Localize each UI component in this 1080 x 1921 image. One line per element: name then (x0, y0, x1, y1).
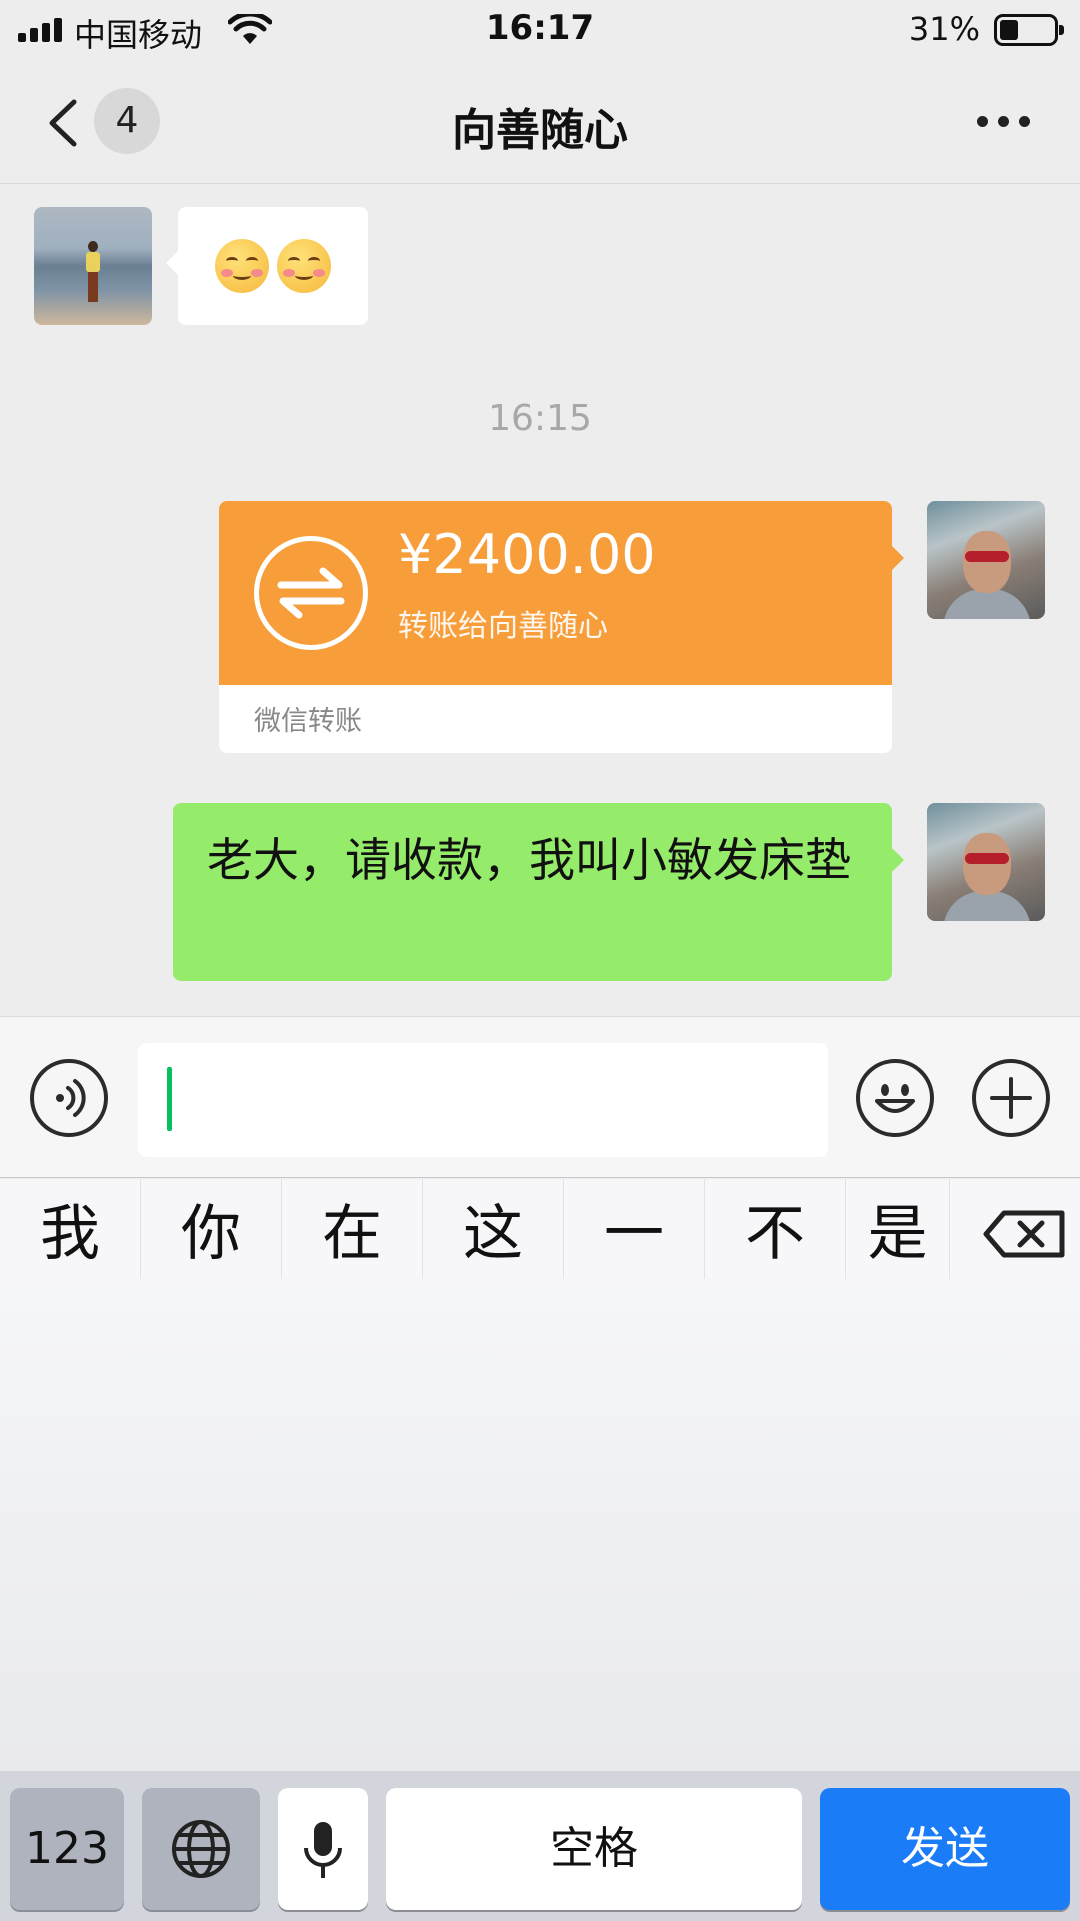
keyboard-bottom-row: 123 空格 发送 (0, 1771, 1080, 1921)
bubble-tail (892, 546, 904, 570)
message-input[interactable] (138, 1043, 828, 1157)
incoming-emoji-bubble[interactable] (166, 207, 368, 325)
ime-candidate-bar: 我 你 在 这 一 不 是 (0, 1179, 1080, 1289)
candidate-word[interactable]: 在 (282, 1179, 423, 1279)
handwriting-input-area[interactable] (0, 1289, 1080, 1771)
candidate-word[interactable]: 你 (141, 1179, 282, 1279)
emoji-button[interactable] (856, 1059, 934, 1137)
bubble-tail (892, 848, 904, 872)
space-key[interactable]: 空格 (386, 1788, 802, 1910)
delete-button[interactable] (950, 1179, 1080, 1289)
backspace-icon (983, 1210, 1065, 1258)
globe-icon (172, 1820, 230, 1878)
plus-icon (990, 1077, 1032, 1119)
transfer-arrows-icon (254, 536, 368, 650)
blushing-smile-icon (215, 239, 269, 293)
transfer-amount: ¥2400.00 (398, 523, 656, 586)
my-avatar[interactable] (927, 803, 1045, 921)
message-timestamp: 16:15 (488, 398, 592, 439)
dictation-key[interactable] (278, 1788, 368, 1910)
chat-header: 4 向善随心 (0, 60, 1080, 184)
numbers-key[interactable]: 123 (10, 1788, 124, 1910)
send-key[interactable]: 发送 (820, 1788, 1070, 1910)
text-caret (167, 1067, 172, 1131)
blushing-smile-icon (277, 239, 331, 293)
more-actions-button[interactable] (972, 1059, 1050, 1137)
candidate-word[interactable]: 这 (423, 1179, 564, 1279)
chat-title: 向善随心 (452, 105, 628, 156)
more-options-icon[interactable] (977, 116, 1030, 127)
status-bar: 中国移动 16:17 31% (0, 0, 1080, 60)
battery-percent: 31% (908, 10, 980, 48)
my-avatar[interactable] (927, 501, 1045, 619)
voice-input-button[interactable] (30, 1059, 108, 1137)
battery-icon (994, 14, 1064, 46)
transfer-source-label: 微信转账 (254, 706, 362, 737)
message-input-bar (0, 1016, 1080, 1178)
candidate-word[interactable]: 不 (705, 1179, 846, 1279)
outgoing-text-bubble[interactable]: 老大，请收款，我叫小敏发床垫 (173, 803, 892, 981)
switch-keyboard-key[interactable] (142, 1788, 260, 1910)
candidate-word[interactable]: 一 (564, 1179, 705, 1279)
smiley-face-icon (875, 1084, 915, 1113)
transfer-card[interactable]: ¥2400.00 转账给向善随心 微信转账 (219, 501, 892, 753)
candidate-word[interactable]: 我 (0, 1179, 141, 1279)
microphone-icon (304, 1822, 342, 1878)
contact-avatar[interactable] (34, 207, 152, 325)
transfer-description: 转账给向善随心 (398, 609, 608, 644)
voice-wave-icon (56, 1079, 86, 1117)
candidate-word[interactable]: 是 (846, 1179, 950, 1279)
